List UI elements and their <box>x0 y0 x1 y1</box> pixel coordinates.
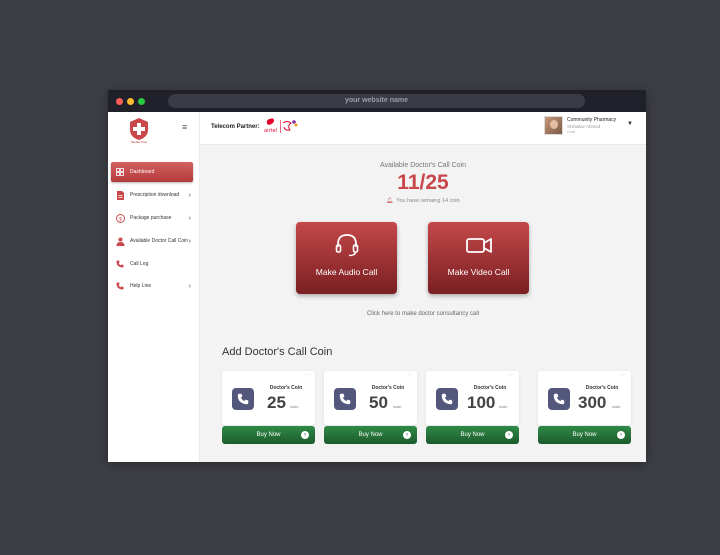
sidebar-item-label: Dashboard <box>130 168 155 175</box>
browser-window: your website name MedEx Plus ≡ Dashboard… <box>108 90 646 462</box>
more-options-icon[interactable]: ··· <box>304 372 310 378</box>
more-options-icon[interactable]: ··· <box>620 372 626 378</box>
headset-icon <box>296 232 397 258</box>
phone-coin-icon <box>436 388 458 410</box>
arrow-right-icon: › <box>301 431 309 439</box>
coin-unit: /coin <box>290 404 299 409</box>
coin-count: 11/25 <box>397 171 449 194</box>
svg-text:airtel: airtel <box>264 128 277 134</box>
phone-coin-icon <box>334 388 356 410</box>
sidebar-item-dashboard[interactable]: Dashboard <box>111 162 193 182</box>
bell-icon: 🔔︎ <box>386 198 394 204</box>
sidebar-item-label: Available Doctor Call Coin <box>130 237 188 244</box>
document-icon <box>115 190 125 200</box>
phone-coin-icon <box>548 388 570 410</box>
user-name: Community Pharmacy <box>567 117 617 123</box>
coin-category: Doctor's Coin <box>269 385 303 391</box>
coin-card: ··· Doctor's Coin 300 /coin Buy Now › <box>538 371 631 445</box>
buy-now-button[interactable]: Buy Now › <box>222 426 315 444</box>
arrow-right-icon: › <box>403 431 411 439</box>
coin-amount: 300 <box>578 393 607 412</box>
sidebar-item-available-doctor-call-coin[interactable]: Available Doctor Call Coin › <box>111 231 193 251</box>
sidebar-item-call-log[interactable]: Call Log <box>111 254 193 274</box>
phone-icon <box>115 260 125 268</box>
add-coin-title: Add Doctor's Call Coin <box>222 346 333 358</box>
svg-text:$: $ <box>118 216 122 222</box>
browser-titlebar: your website name <box>108 90 646 112</box>
doctor-consultancy-link[interactable]: Click here to make doctor consultancy ca… <box>200 311 646 317</box>
sidebar-item-label: Prescription download <box>130 191 180 198</box>
minimize-window-button[interactable] <box>127 98 134 105</box>
medical-cross-logo <box>130 118 148 140</box>
chevron-right-icon: › <box>188 237 191 245</box>
coin-card: ··· Doctor's Coin 100 /coin Buy Now › <box>426 371 519 445</box>
coin-card: ··· Doctor's Coin 25 /coin Buy Now › <box>222 371 315 445</box>
arrow-right-icon: › <box>617 431 625 439</box>
user-avatar[interactable] <box>544 116 563 135</box>
maximize-window-button[interactable] <box>138 98 145 105</box>
user-role: Code <box>567 130 576 134</box>
coin-category: Doctor's Coin <box>585 385 619 391</box>
coin-category: Doctor's Coin <box>473 385 507 391</box>
buy-now-button[interactable]: Buy Now › <box>324 426 417 444</box>
video-camera-icon <box>428 232 529 258</box>
address-bar[interactable]: your website name <box>168 94 585 108</box>
menu-toggle-icon[interactable]: ≡ <box>182 122 187 132</box>
coin-amount: 50 <box>369 393 388 412</box>
buy-now-button[interactable]: Buy Now › <box>426 426 519 444</box>
coin-remaining-text: You have remaing 14 coin <box>396 198 460 204</box>
user-subtitle: Shihabur Ahmed <box>567 124 601 129</box>
coin-remaining: 🔔︎ You have remaing 14 coin <box>200 198 646 204</box>
sidebar-item-label: Help Line <box>130 282 152 289</box>
dollar-circle-icon: $ <box>115 213 125 223</box>
top-header: Telecom Partner: airtel Community Pharma… <box>200 112 646 145</box>
airtel-logo: airtel <box>264 118 298 134</box>
sidebar-item-package-purchase[interactable]: $ Package purchase › <box>111 208 193 228</box>
make-audio-call-button[interactable]: Make Audio Call <box>296 222 397 294</box>
coin-unit: /coin <box>499 404 508 409</box>
logo-text: MedEx Plus <box>130 140 147 144</box>
coin-label: Available Doctor's Call Coin <box>379 162 467 169</box>
coin-amount: 25 <box>267 393 286 412</box>
grid-icon <box>115 168 125 176</box>
coin-amount: 100 <box>467 393 496 412</box>
chevron-right-icon: › <box>188 282 191 290</box>
buy-now-button[interactable]: Buy Now › <box>538 426 631 444</box>
sidebar-item-help-line[interactable]: Help Line › <box>111 276 193 296</box>
doctor-icon <box>115 237 125 246</box>
video-call-label: Make Video Call <box>447 267 510 277</box>
make-video-call-button[interactable]: Make Video Call <box>428 222 529 294</box>
more-options-icon[interactable]: ··· <box>508 372 514 378</box>
sidebar-item-prescription-download[interactable]: Prescription download › <box>111 185 193 205</box>
phone-icon <box>115 282 125 290</box>
audio-call-label: Make Audio Call <box>315 267 378 277</box>
caret-down-icon[interactable]: ▼ <box>627 121 633 127</box>
arrow-right-icon: › <box>505 431 513 439</box>
chevron-right-icon: › <box>188 191 191 199</box>
sidebar-item-label: Call Log <box>130 260 149 267</box>
telecom-partner-label: Telecom Partner: <box>211 124 260 130</box>
coin-card: ··· Doctor's Coin 50 /coin Buy Now › <box>324 371 417 445</box>
coin-unit: /coin <box>612 404 621 409</box>
sidebar: MedEx Plus ≡ Dashboard Prescription down… <box>108 112 200 462</box>
coin-unit: /coin <box>393 404 402 409</box>
chevron-right-icon: › <box>188 214 191 222</box>
close-window-button[interactable] <box>116 98 123 105</box>
sidebar-item-label: Package purchase <box>130 214 172 221</box>
more-options-icon[interactable]: ··· <box>406 372 412 378</box>
coin-category: Doctor's Coin <box>371 385 405 391</box>
phone-coin-icon <box>232 388 254 410</box>
